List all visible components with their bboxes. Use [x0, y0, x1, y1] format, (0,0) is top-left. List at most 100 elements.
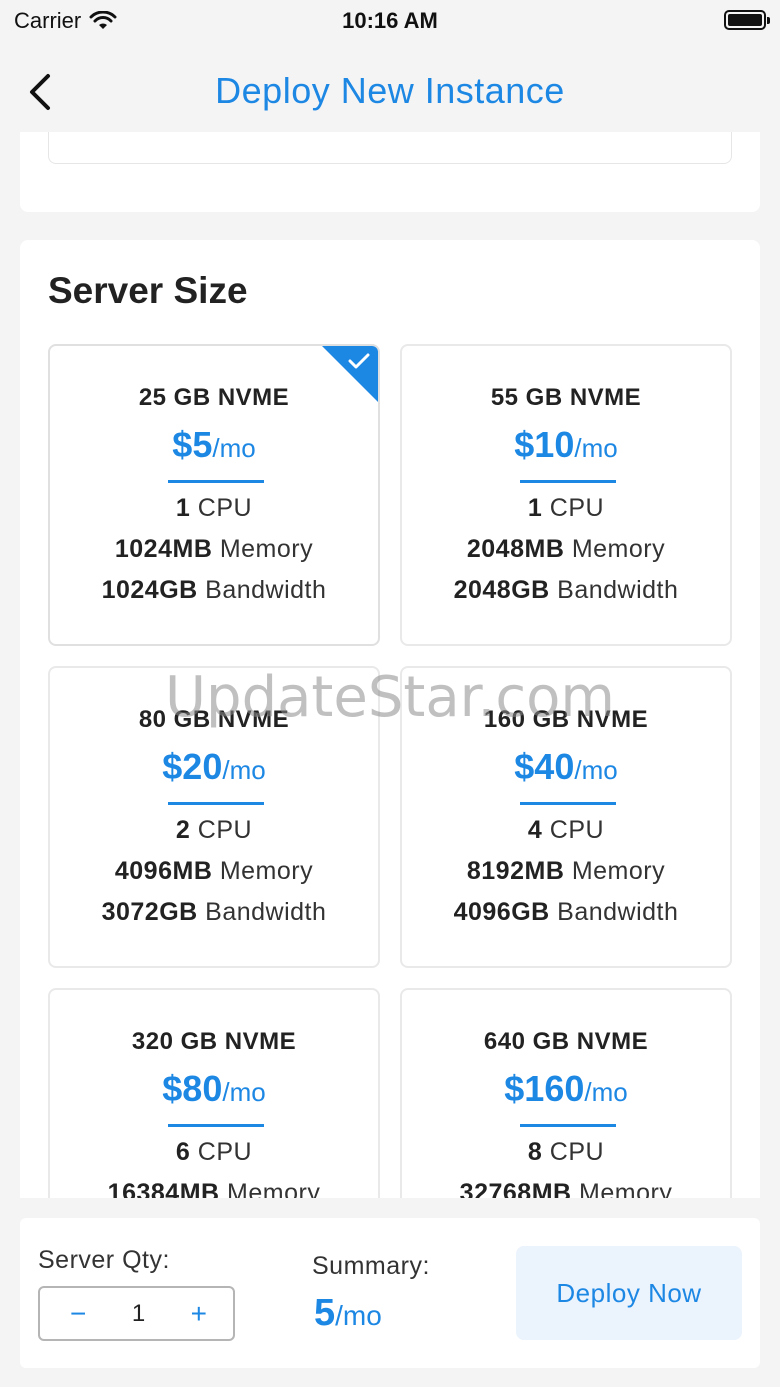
plan-price-amount: $160 — [504, 1068, 585, 1109]
memory-value: 4096MB — [114, 857, 213, 885]
bandwidth-value: 1024GB — [101, 576, 198, 604]
plan-price: $40/mo — [402, 746, 730, 788]
bandwidth-value: 3072GB — [101, 898, 198, 926]
cpu-value: 1 — [527, 494, 543, 522]
plan-price: $5/mo — [50, 424, 378, 466]
plan-storage: 25 GB NVME — [138, 384, 290, 411]
plan-price-unit: /mo — [574, 433, 618, 463]
qty-value[interactable]: 1 — [132, 1300, 145, 1328]
memory-value: 2048MB — [466, 535, 565, 563]
bandwidth-value: 2048GB — [453, 576, 550, 604]
memory-value: 1024MB — [114, 535, 213, 563]
plan-price-amount: $80 — [162, 1068, 223, 1109]
plan-bandwidth: 2048GB Bandwidth — [402, 576, 730, 605]
plan-storage: 640 GB NVME — [483, 1028, 649, 1055]
quantity-stepper: − 1 + — [38, 1286, 235, 1341]
plan-price-amount: $20 — [162, 746, 223, 787]
memory-label: Memory — [219, 857, 314, 885]
plan-memory: 1024MB Memory — [50, 535, 378, 564]
plan-card[interactable]: 640 GB NVME $160/mo 8 CPU 32768MB Memory — [400, 988, 732, 1198]
plan-price-unit: /mo — [222, 1077, 266, 1107]
plan-price-unit: /mo — [212, 433, 256, 463]
plan-card[interactable]: 55 GB NVME $10/mo 1 CPU 2048MB Memory 2048GB… — [400, 344, 732, 646]
plan-cpu: 1 CPU — [402, 494, 730, 523]
price-underline — [168, 802, 264, 805]
plan-memory: 4096MB Memory — [50, 857, 378, 886]
price-underline — [520, 802, 616, 805]
memory-value: 8192MB — [466, 857, 565, 885]
cpu-label: CPU — [197, 816, 253, 844]
cpu-label: CPU — [197, 1138, 253, 1166]
deploy-now-button[interactable]: Deploy Now — [516, 1246, 742, 1340]
plan-price-amount: $5 — [172, 424, 213, 465]
cpu-value: 4 — [527, 816, 543, 844]
memory-label: Memory — [579, 1179, 673, 1198]
cpu-label: CPU — [549, 494, 605, 522]
plan-card[interactable]: 320 GB NVME $80/mo 6 CPU 16384MB Memory — [48, 988, 380, 1198]
plan-memory: 32768MB Memory — [402, 1179, 730, 1198]
memory-label: Memory — [571, 857, 666, 885]
plan-price-unit: /mo — [584, 1077, 628, 1107]
memory-label: Memory — [571, 535, 666, 563]
plan-price: $160/mo — [402, 1068, 730, 1110]
price-underline — [520, 1124, 616, 1127]
plan-storage: 320 GB NVME — [131, 1028, 297, 1055]
bandwidth-label: Bandwidth — [557, 576, 679, 604]
plan-price: $80/mo — [50, 1068, 378, 1110]
previous-section-field — [48, 132, 732, 164]
plan-cpu: 8 CPU — [402, 1138, 730, 1167]
plan-bandwidth: 1024GB Bandwidth — [50, 576, 378, 605]
section-title: Server Size — [48, 270, 248, 311]
plan-cpu: 2 CPU — [50, 816, 378, 845]
plan-price-amount: $40 — [514, 746, 575, 787]
cpu-label: CPU — [549, 1138, 605, 1166]
bandwidth-label: Bandwidth — [557, 898, 679, 926]
status-bar: Carrier 10:16 AM — [0, 0, 780, 40]
battery-icon — [724, 10, 770, 30]
clock: 10:16 AM — [342, 8, 438, 33]
plan-memory: 2048MB Memory — [402, 535, 730, 564]
navigation-bar: Deploy New Instance — [0, 52, 780, 132]
price-underline — [520, 480, 616, 483]
plan-price-unit: /mo — [574, 755, 618, 785]
plan-cpu: 1 CPU — [50, 494, 378, 523]
bandwidth-label: Bandwidth — [205, 898, 327, 926]
plan-cpu: 4 CPU — [402, 816, 730, 845]
deploy-bar: Server Qty: − 1 + Summary: 5/mo Deploy N… — [20, 1218, 760, 1368]
plan-memory: 8192MB Memory — [402, 857, 730, 886]
price-underline — [168, 480, 264, 483]
plan-price-amount: $10 — [514, 424, 575, 465]
memory-value: 16384MB — [107, 1179, 220, 1198]
summary-amount: 5 — [314, 1292, 336, 1334]
cpu-value: 6 — [175, 1138, 191, 1166]
bandwidth-value: 4096GB — [453, 898, 550, 926]
price-underline — [168, 1124, 264, 1127]
plan-cpu: 6 CPU — [50, 1138, 378, 1167]
plan-price-unit: /mo — [222, 755, 266, 785]
bandwidth-label: Bandwidth — [205, 576, 327, 604]
plan-memory: 16384MB Memory — [50, 1179, 378, 1198]
summary-label: Summary: — [312, 1252, 430, 1280]
cpu-label: CPU — [549, 816, 605, 844]
qty-label: Server Qty: — [38, 1246, 170, 1274]
previous-section-card — [20, 132, 760, 212]
plan-storage: 55 GB NVME — [490, 384, 642, 411]
plan-price: $10/mo — [402, 424, 730, 466]
page-title: Deploy New Instance — [215, 70, 565, 111]
cpu-label: CPU — [197, 494, 253, 522]
cpu-value: 8 — [527, 1138, 543, 1166]
memory-label: Memory — [227, 1179, 321, 1198]
plan-bandwidth: 3072GB Bandwidth — [50, 898, 378, 927]
plan-card[interactable]: 25 GB NVME $5/mo 1 CPU 1024MB Memory 1024GB … — [48, 344, 380, 646]
memory-label: Memory — [219, 535, 314, 563]
increment-button[interactable]: + — [191, 1298, 207, 1330]
summary-unit: /mo — [335, 1300, 382, 1331]
memory-value: 32768MB — [459, 1179, 572, 1198]
plan-bandwidth: 4096GB Bandwidth — [402, 898, 730, 927]
plan-card[interactable]: 160 GB NVME $40/mo 4 CPU 8192MB Memory 4096G… — [400, 666, 732, 968]
checkmark-icon — [348, 353, 370, 369]
decrement-button[interactable]: − — [70, 1298, 86, 1330]
plan-card[interactable]: 80 GB NVME $20/mo 2 CPU 4096MB Memory 3072GB… — [48, 666, 380, 968]
cpu-value: 1 — [175, 494, 191, 522]
summary-price: 5/mo — [314, 1292, 382, 1335]
